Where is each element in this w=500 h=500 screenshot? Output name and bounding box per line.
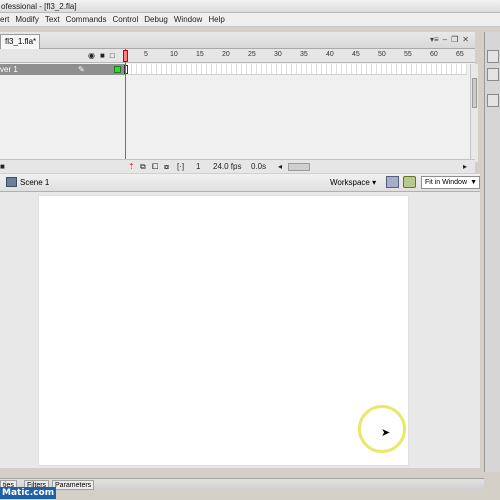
panel-icon-align[interactable] [487, 94, 499, 107]
layer-row[interactable]: ver 1 ✎ [0, 64, 125, 75]
tab-fl3-1[interactable]: fl3_1.fla* [0, 34, 40, 49]
document-tabs: fl3_1.fla* ▾≡ – ❐ ✕ [0, 32, 475, 49]
frame-ruler[interactable]: 5 10 15 20 25 30 35 40 45 50 55 60 65 [122, 49, 467, 63]
zoom-value: Fit in Window [425, 179, 468, 186]
scene-icon [6, 177, 17, 187]
menu-control[interactable]: Control [109, 13, 141, 26]
timeline-vscrollbar[interactable] [470, 64, 478, 162]
ruler-tick: 55 [404, 51, 412, 58]
layer-name: ver 1 [0, 65, 18, 74]
menu-text[interactable]: Text [42, 13, 63, 26]
ruler-tick: 5 [144, 51, 148, 58]
close-icon[interactable]: ✕ [462, 35, 469, 44]
onion-skin-icon[interactable]: ⧉ [140, 161, 146, 173]
frame-rate[interactable]: 24.0 fps [213, 161, 241, 173]
ruler-tick: 20 [222, 51, 230, 58]
delete-layer-icon[interactable]: ■ [0, 161, 5, 173]
pencil-icon: ✎ [78, 65, 85, 74]
ruler-tick: 30 [274, 51, 282, 58]
scroll-left-icon[interactable]: ◂ [278, 161, 282, 173]
outline-icon[interactable]: □ [110, 51, 115, 60]
ruler-tick: 45 [352, 51, 360, 58]
menu-debug[interactable]: Debug [141, 13, 171, 26]
onion-markers-icon[interactable]: [·] [177, 161, 184, 173]
menu-help[interactable]: Help [205, 13, 227, 26]
edit-multiple-icon[interactable]: ⧇ [164, 161, 169, 173]
panel-icon-color[interactable] [487, 50, 499, 63]
tab-parameters[interactable]: Parameters [52, 480, 95, 490]
chevron-down-icon: ▼ [470, 179, 477, 186]
playhead-line [125, 49, 126, 171]
scroll-thumb[interactable] [472, 78, 477, 108]
cursor-icon: ➤ [381, 427, 391, 439]
ruler-tick: 50 [378, 51, 386, 58]
scene-label[interactable]: Scene 1 [20, 178, 49, 188]
layer-outline-color[interactable] [114, 66, 121, 73]
ruler-tick: 10 [170, 51, 178, 58]
menu-insert[interactable]: ert [0, 13, 12, 26]
watermark: Matic.com [0, 487, 57, 499]
frames-strip[interactable] [127, 64, 467, 75]
eye-icon[interactable]: ◉ [88, 51, 95, 60]
elapsed-time: 0.0s [251, 162, 267, 171]
menu-commands[interactable]: Commands [63, 13, 110, 26]
lock-icon[interactable]: ■ [100, 51, 105, 60]
ruler-tick: 60 [430, 51, 438, 58]
zoom-select[interactable]: Fit in Window ▼ [421, 176, 480, 189]
menu-bar: ert Modify Text Commands Control Debug W… [0, 13, 500, 27]
edit-symbols-icon[interactable] [403, 176, 416, 188]
playhead[interactable] [123, 50, 128, 62]
menu-modify[interactable]: Modify [12, 13, 42, 26]
ruler-tick: 35 [300, 51, 308, 58]
center-frame-icon[interactable]: ⇡ [128, 161, 135, 173]
ruler-tick: 65 [456, 51, 464, 58]
onion-outline-icon[interactable]: ⧠ [152, 161, 158, 173]
workspace-button[interactable]: Workspace ▾ [330, 177, 376, 188]
properties-bar: ties Filters Parameters [0, 478, 484, 490]
current-frame: 1 [196, 162, 201, 171]
ruler-tick: 15 [196, 51, 204, 58]
timeline-header: ◉ ■ □ 5 10 15 20 25 30 35 40 45 50 55 60… [0, 49, 475, 63]
menu-options-icon[interactable]: ▾≡ [430, 35, 439, 44]
timeline-panel: ◉ ■ □ 5 10 15 20 25 30 35 40 45 50 55 60… [0, 49, 478, 173]
ruler-tick: 25 [248, 51, 256, 58]
timeline-status: ■ ⇡ ⧉ ⧠ ⧇ [·] 1 24.0 fps 0.0s ◂ ▸ [0, 159, 475, 173]
panel-icon-swatches[interactable] [487, 68, 499, 81]
ruler-tick: 40 [326, 51, 334, 58]
restore-icon[interactable]: ❐ [451, 35, 458, 44]
timeline-hscroll-thumb[interactable] [288, 163, 310, 171]
edit-bar: Scene 1 Workspace ▾ Fit in Window ▼ [0, 174, 480, 192]
edit-scene-icon[interactable] [386, 176, 399, 188]
stage[interactable] [38, 195, 409, 466]
tab-controls: ▾≡ – ❐ ✕ [430, 35, 469, 44]
stage-area [0, 192, 480, 468]
minimize-icon[interactable]: – [443, 35, 447, 44]
layer-controls: ◉ ■ □ [88, 51, 115, 60]
menu-window[interactable]: Window [171, 13, 205, 26]
right-panel [484, 32, 500, 472]
window-title: ofessional - [fl3_2.fla] [0, 0, 500, 13]
scroll-right-icon[interactable]: ▸ [463, 161, 467, 173]
